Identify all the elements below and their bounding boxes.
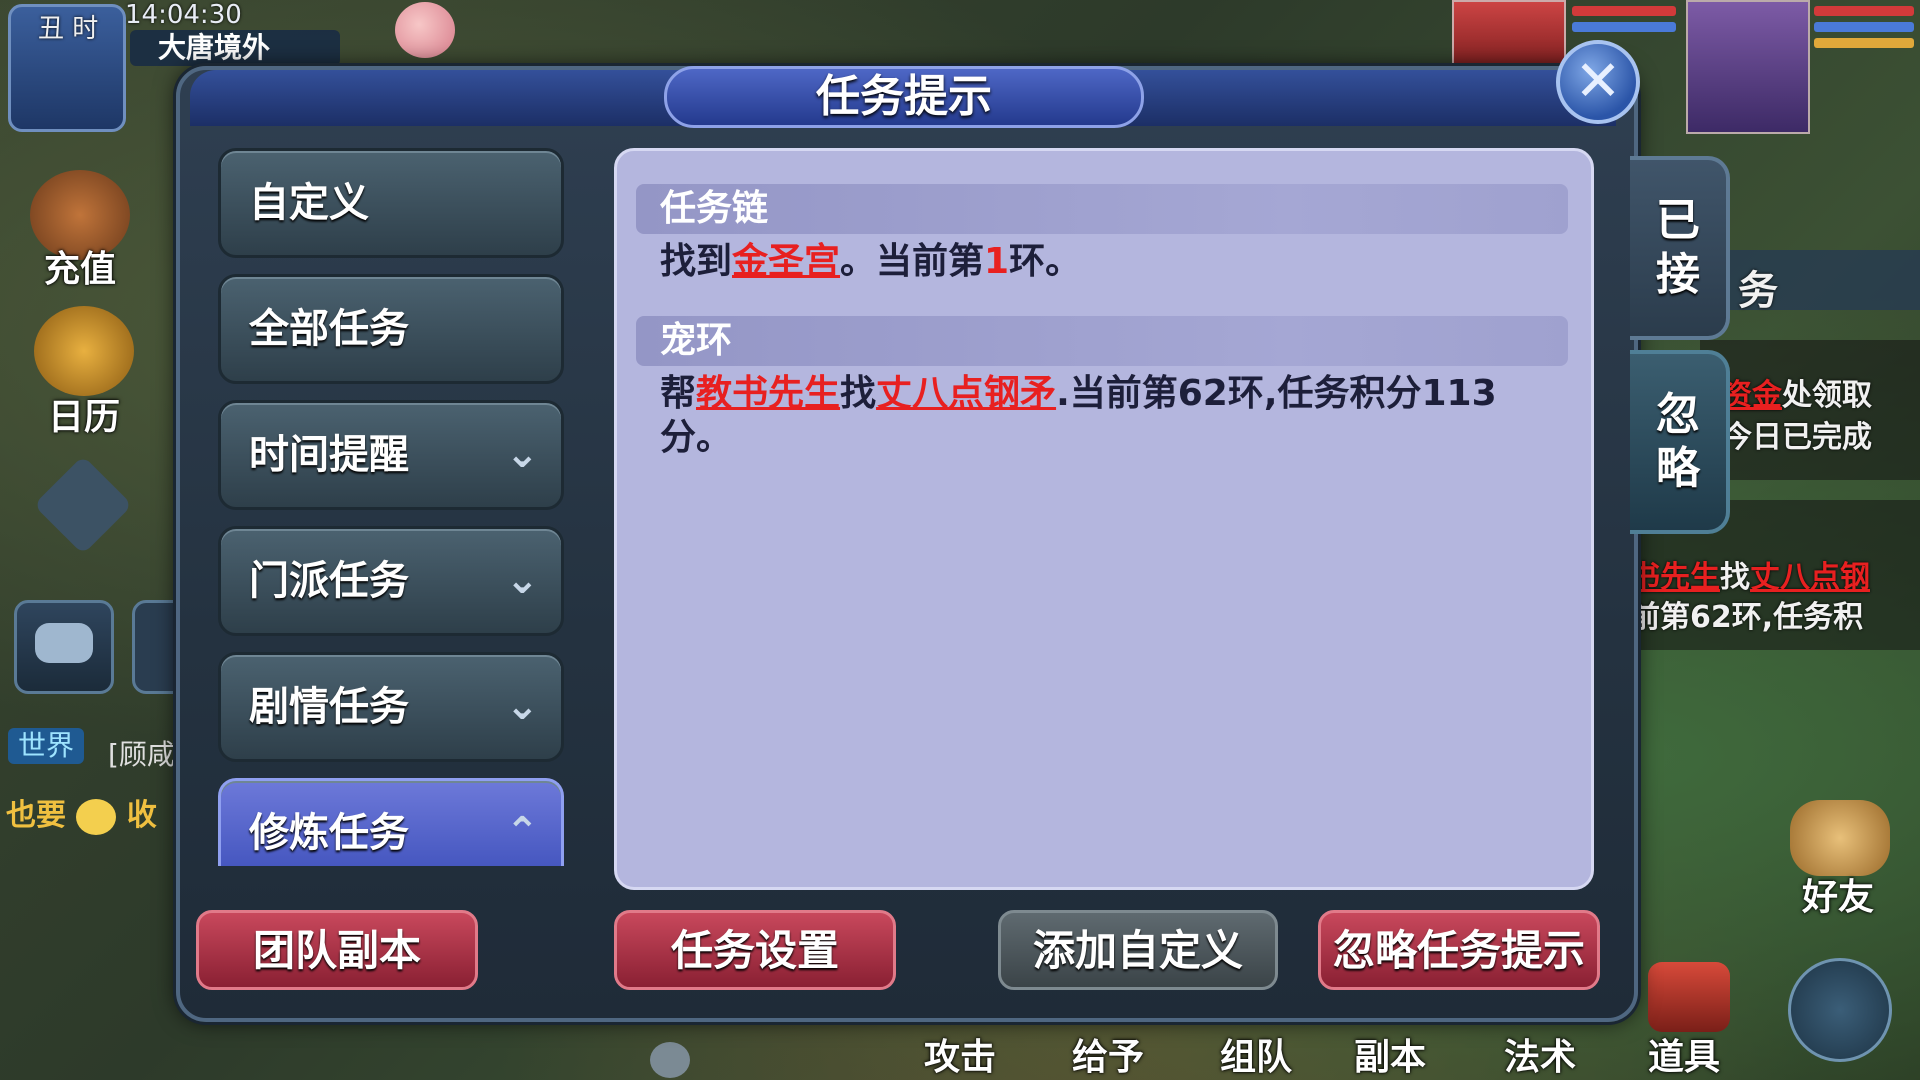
chat-channel-tag[interactable]: 世界 — [8, 728, 85, 764]
close-button[interactable]: ✕ — [1556, 40, 1640, 124]
task-text: 分。 — [660, 417, 733, 458]
dialog-title: 任务提示 — [816, 71, 992, 122]
category-time-reminder[interactable]: 时间提醒 ⌄ — [218, 400, 564, 510]
tracker-line3-mid: 找 — [1720, 560, 1750, 595]
tab-accepted[interactable]: 已 接 — [1630, 156, 1730, 340]
chat-button[interactable] — [14, 600, 114, 694]
tracker-line2: 今日已完成 — [1722, 420, 1872, 455]
toolbar-dungeon[interactable]: 副本 — [1354, 1028, 1426, 1080]
add-custom-button[interactable]: 添加自定义 — [998, 910, 1278, 990]
toolbar-attack[interactable]: 攻击 — [924, 1028, 996, 1080]
item-bag-icon[interactable] — [1648, 962, 1730, 1032]
task-description: 找到金圣宫。当前第1环。 — [660, 240, 1560, 284]
category-sect-tasks[interactable]: 门派任务 ⌄ — [218, 526, 564, 636]
tab-ignored[interactable]: 忽 略 — [1630, 350, 1730, 534]
handshake-icon[interactable] — [1790, 800, 1890, 876]
calendar-icon[interactable] — [34, 306, 134, 396]
tracker-line1-text: 处领取 — [1782, 378, 1872, 413]
char-sp-bar — [1814, 38, 1914, 48]
task-description: 帮教书先生找丈八点钢矛.当前第62环,任务积分113 分。 — [660, 372, 1560, 460]
tracker-tab-label: 务 — [1738, 268, 1778, 314]
tracker-line3: 书先生找丈八点钢 — [1630, 552, 1870, 596]
collapse-arrow-icon[interactable] — [33, 455, 133, 555]
chevron-down-icon: ⌄ — [505, 431, 539, 477]
pet-portrait[interactable] — [1452, 0, 1566, 74]
chevron-down-icon: ⌄ — [505, 557, 539, 603]
category-label: 修炼任务 — [249, 810, 409, 856]
category-label: 自定义 — [249, 180, 369, 226]
clock-time: 14:04:30 — [125, 0, 242, 30]
category-custom[interactable]: 自定义 — [218, 148, 564, 258]
category-all-tasks[interactable]: 全部任务 — [218, 274, 564, 384]
category-training-tasks[interactable]: 修炼任务 ⌃ — [218, 778, 564, 866]
category-label: 门派任务 — [249, 558, 409, 604]
task-round-number: 1 — [984, 241, 1010, 282]
chat-message: [顾咸 — [108, 738, 175, 771]
chevron-down-icon: ⌄ — [505, 683, 539, 729]
tracker-tab[interactable] — [1700, 250, 1920, 310]
task-text: 找 — [840, 373, 877, 414]
chat-line2-prefix: 也要 — [6, 798, 66, 833]
task-text: 。当前第 — [840, 241, 985, 282]
task-text: .当前第62环,任务积分113 — [1056, 373, 1497, 414]
char-mp-bar — [1814, 22, 1914, 32]
tab-ignored-char1: 忽 — [1656, 389, 1700, 440]
tab-accepted-char1: 已 — [1656, 195, 1700, 246]
task-section-title: 宠环 — [660, 320, 733, 361]
task-text: 环。 — [1009, 241, 1082, 282]
chat-bubble-icon — [35, 623, 93, 663]
emoji-icon — [76, 798, 117, 835]
category-label: 剧情任务 — [249, 684, 409, 730]
toolbar-magic[interactable]: 法术 — [1504, 1028, 1576, 1080]
tracker-line3-link2[interactable]: 丈八点钢 — [1750, 560, 1870, 595]
tracker-line1: 资金处领取 — [1722, 370, 1872, 414]
tracker-line1-link[interactable]: 资金 — [1722, 378, 1782, 413]
task-npc-link[interactable]: 教书先生 — [696, 373, 840, 414]
task-settings-button[interactable]: 任务设置 — [614, 910, 896, 990]
task-text: 找到 — [660, 241, 733, 282]
toolbar-items[interactable]: 道具 — [1648, 1028, 1720, 1080]
toolbar-give[interactable]: 给予 — [1072, 1028, 1144, 1080]
category-story-tasks[interactable]: 剧情任务 ⌄ — [218, 652, 564, 762]
refresh-icon[interactable] — [1788, 958, 1892, 1062]
task-location-link[interactable]: 金圣宫 — [732, 241, 840, 282]
task-section-header: 宠环 — [636, 316, 1568, 366]
shichen-label: 丑 时 — [38, 14, 99, 44]
gear-icon[interactable] — [650, 1042, 690, 1078]
task-section-header: 任务链 — [636, 184, 1568, 234]
tracker-line3-link1[interactable]: 书先生 — [1630, 560, 1720, 595]
task-text: 帮 — [660, 373, 697, 414]
map-name[interactable]: 大唐境外 — [130, 30, 340, 66]
ignore-task-hint-button[interactable]: 忽略任务提示 — [1318, 910, 1600, 990]
category-label: 全部任务 — [249, 306, 409, 352]
close-icon: ✕ — [1574, 49, 1622, 114]
toolbar-team[interactable]: 组队 — [1220, 1028, 1292, 1080]
char-hp-bar — [1814, 6, 1914, 16]
tracker-line4: 前第62环,任务积 — [1630, 600, 1864, 635]
task-item-link[interactable]: 丈八点钢矛 — [876, 373, 1056, 414]
recharge-label[interactable]: 充值 — [44, 240, 116, 292]
chat-message-line2: 也要 收 — [6, 790, 157, 835]
pet-mp-bar — [1572, 22, 1676, 32]
chat-line2-suffix: 收 — [126, 798, 157, 833]
calendar-label[interactable]: 日历 — [48, 388, 120, 440]
peach-icon[interactable] — [395, 2, 455, 58]
team-dungeon-button[interactable]: 团队副本 — [196, 910, 478, 990]
tab-ignored-char2: 略 — [1656, 443, 1700, 494]
task-section-title: 任务链 — [660, 188, 769, 229]
category-label: 时间提醒 — [249, 432, 409, 478]
character-portrait[interactable] — [1686, 0, 1810, 134]
tab-accepted-char2: 接 — [1656, 249, 1700, 300]
pet-hp-bar — [1572, 6, 1676, 16]
chevron-up-icon: ⌃ — [505, 809, 539, 855]
friends-label[interactable]: 好友 — [1802, 868, 1874, 920]
